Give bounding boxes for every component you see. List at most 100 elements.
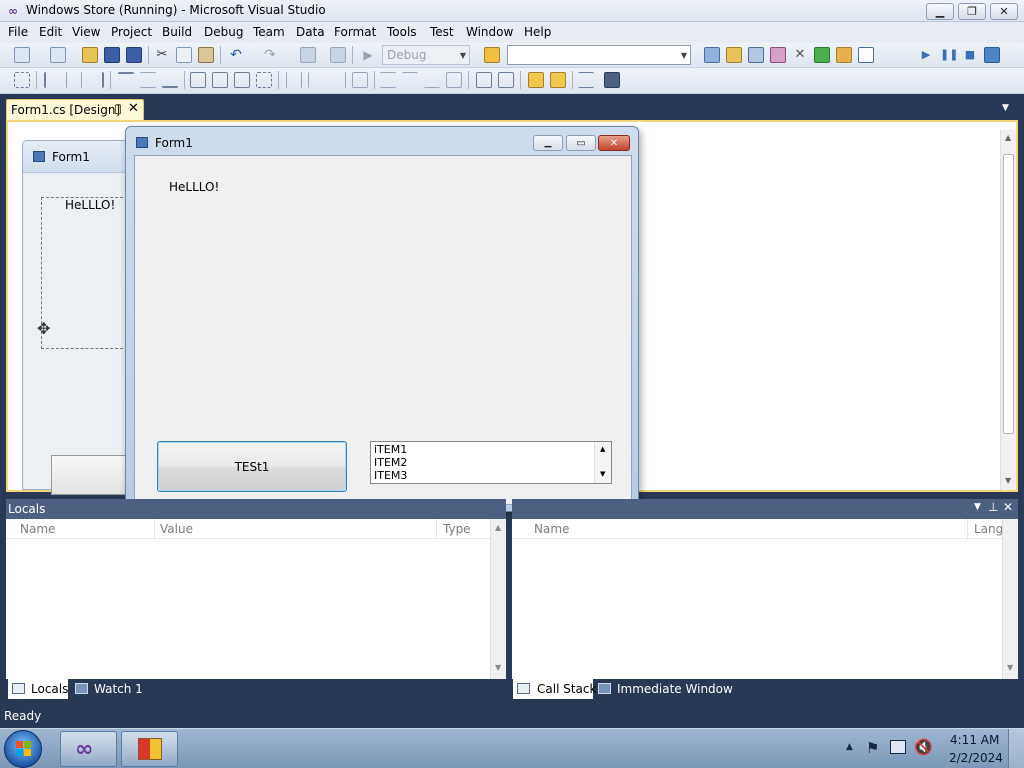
clock-date[interactable]: 2/2/2024 (949, 751, 1003, 765)
find-in-files-icon[interactable] (484, 47, 500, 63)
cut-icon[interactable]: ✂ (154, 47, 170, 63)
column-header-type[interactable]: Type (443, 522, 471, 536)
taskbar-visual-studio-button[interactable]: ∞ (60, 731, 117, 767)
restore-button[interactable]: ❐ (958, 3, 986, 20)
menu-data[interactable]: Data (292, 24, 329, 40)
panel-menu-chevron-down-icon[interactable]: ▼ (974, 502, 981, 512)
save-all-icon[interactable] (126, 47, 142, 63)
decrease-horizontal-spacing-icon[interactable] (330, 72, 346, 88)
show-hidden-icons-icon[interactable]: ▲ (846, 742, 853, 752)
menu-team[interactable]: Team (249, 24, 289, 40)
menu-test[interactable]: Test (426, 24, 458, 40)
locals-vertical-scrollbar[interactable]: ▲ ▼ (490, 519, 506, 679)
continue-icon[interactable]: ▶ (918, 47, 934, 63)
menu-project[interactable]: Project (107, 24, 156, 40)
navigate-forward-icon[interactable] (330, 47, 346, 63)
design-form1[interactable]: Form1 HeLLLO! ✥ (22, 140, 133, 495)
command-window-icon[interactable] (858, 47, 874, 63)
pin-icon[interactable]: ⊥ (988, 500, 998, 514)
callstack-vertical-scrollbar[interactable]: ▼ (1002, 519, 1018, 679)
increase-vertical-spacing-icon[interactable] (402, 72, 418, 88)
scroll-down-icon[interactable]: ▼ (495, 663, 501, 672)
make-same-width-icon[interactable] (190, 72, 206, 88)
scroll-up-icon[interactable]: ▲ (495, 523, 501, 532)
vertical-spacing-equal-icon[interactable] (380, 72, 396, 88)
solution-explorer-icon[interactable] (704, 47, 720, 63)
paste-icon[interactable] (198, 47, 214, 63)
column-header-language[interactable]: Lang (974, 522, 1003, 536)
menu-edit[interactable]: Edit (35, 24, 66, 40)
restart-icon[interactable] (984, 47, 1000, 63)
action-center-flag-icon[interactable]: ⚑ (866, 739, 879, 757)
toolbox-icon[interactable] (770, 47, 786, 63)
list-item[interactable]: ITEM2 (374, 456, 407, 469)
column-header-value[interactable]: Value (160, 522, 193, 536)
scroll-up-icon[interactable]: ▲ (1005, 133, 1011, 142)
extension-manager-icon[interactable]: ✕ (792, 47, 808, 63)
design-button[interactable] (51, 455, 133, 495)
menu-debug[interactable]: Debug (200, 24, 247, 40)
lock-controls-icon[interactable] (604, 72, 620, 88)
size-to-grid-icon[interactable] (256, 72, 272, 88)
menu-file[interactable]: File (4, 24, 32, 40)
open-file-icon[interactable] (82, 47, 98, 63)
align-rights-icon[interactable] (88, 72, 104, 88)
items-listbox[interactable]: iTEM1 ITEM2 ITEM3 ▲ ▼ (370, 441, 612, 484)
stop-debugging-icon[interactable]: ■ (962, 47, 978, 63)
menu-help[interactable]: Help (520, 24, 555, 40)
show-desktop-button[interactable] (1008, 729, 1024, 768)
increase-horizontal-spacing-icon[interactable] (308, 72, 324, 88)
align-to-grid-icon[interactable] (14, 72, 30, 88)
tab-locals[interactable]: Locals (8, 679, 68, 699)
menu-format[interactable]: Format (330, 24, 380, 40)
solution-configuration-combo[interactable]: Debug ▼ (382, 45, 470, 65)
scroll-down-icon[interactable]: ▼ (1005, 476, 1011, 485)
scrollbar-thumb[interactable] (1003, 154, 1014, 434)
send-to-back-icon[interactable] (550, 72, 566, 88)
tab-list-chevron-down-icon[interactable]: ▼ (1002, 103, 1009, 113)
list-item[interactable]: ITEM3 (374, 469, 407, 482)
test1-button[interactable]: TESt1 (157, 441, 347, 492)
copy-icon[interactable] (176, 47, 192, 63)
scroll-down-icon[interactable]: ▼ (1007, 663, 1013, 672)
scroll-down-icon[interactable]: ▼ (600, 470, 605, 478)
tab-immediate-window[interactable]: Immediate Window (596, 679, 736, 699)
find-combo[interactable]: ▼ (507, 45, 691, 65)
tab-order-icon[interactable] (578, 72, 594, 88)
properties-icon[interactable] (726, 47, 742, 63)
list-item[interactable]: iTEM1 (374, 443, 407, 456)
minimize-button[interactable]: ▁ (926, 3, 954, 20)
running-form1-window[interactable]: Form1 ▁ ▭ ✕ HeLLLO! TESt1 iTEM1 ITEM2 IT… (125, 126, 639, 512)
undo-icon[interactable]: ↶ (228, 47, 244, 63)
form-maximize-button[interactable]: ▭ (566, 135, 596, 151)
taskbar-form-app-button[interactable] (121, 731, 178, 767)
network-icon[interactable] (890, 740, 906, 754)
center-vertically-icon[interactable] (498, 72, 514, 88)
form-close-button[interactable]: ✕ (598, 135, 630, 151)
break-all-icon[interactable]: ❚❚ (940, 47, 958, 63)
listbox-scrollbar[interactable]: ▲ ▼ (594, 442, 611, 483)
make-same-size-icon[interactable] (234, 72, 250, 88)
bring-to-front-icon[interactable] (528, 72, 544, 88)
align-lefts-icon[interactable] (44, 72, 60, 88)
align-tops-icon[interactable] (118, 72, 134, 88)
windows-start-icon[interactable] (4, 730, 42, 768)
align-bottoms-icon[interactable] (162, 72, 178, 88)
designer-vertical-scrollbar[interactable]: ▲ ▼ (1000, 130, 1016, 490)
horizontal-spacing-equal-icon[interactable] (286, 72, 302, 88)
start-debugging-icon[interactable]: ▶ (360, 47, 376, 63)
close-button[interactable]: ✕ (990, 3, 1018, 20)
clock-time[interactable]: 4:11 AM (950, 733, 999, 747)
center-horizontally-icon[interactable] (476, 72, 492, 88)
make-same-height-icon[interactable] (212, 72, 228, 88)
start-page-icon[interactable] (814, 47, 830, 63)
form-minimize-button[interactable]: ▁ (533, 135, 563, 151)
column-header-name[interactable]: Name (534, 522, 569, 536)
tab-watch1[interactable]: Watch 1 (72, 679, 143, 699)
remove-vertical-spacing-icon[interactable] (446, 72, 462, 88)
design-label-selection[interactable]: HeLLLO! (41, 197, 133, 349)
align-middles-icon[interactable] (140, 72, 156, 88)
speaker-muted-icon[interactable]: 🔇 (914, 738, 933, 756)
menu-view[interactable]: View (68, 24, 104, 40)
tab-form1-design[interactable]: Form1.cs [Design] ✕ (6, 99, 144, 120)
